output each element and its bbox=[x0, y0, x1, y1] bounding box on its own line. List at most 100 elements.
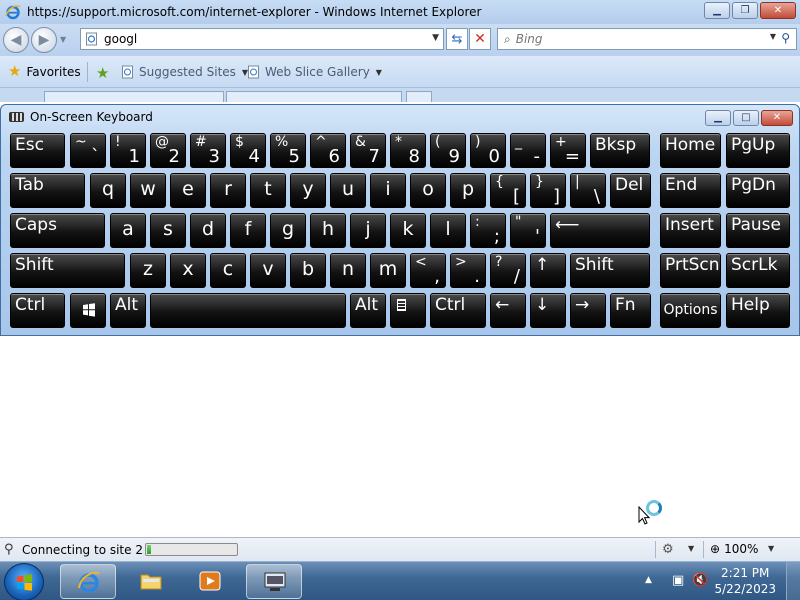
key-symbol[interactable]: }] bbox=[530, 173, 566, 208]
key-symbol[interactable]: & 7 bbox=[350, 133, 386, 168]
key-t[interactable]: t bbox=[250, 173, 286, 208]
key-symbol[interactable]: _ - bbox=[510, 133, 546, 168]
key-esc[interactable]: Esc bbox=[10, 133, 65, 168]
windows-logo-key[interactable] bbox=[70, 293, 106, 328]
key-↑[interactable]: ↑ bbox=[530, 253, 566, 288]
close-button[interactable]: ✕ bbox=[760, 2, 796, 19]
key-z[interactable]: z bbox=[130, 253, 166, 288]
spacebar[interactable] bbox=[150, 293, 346, 328]
key-→[interactable]: → bbox=[570, 293, 606, 328]
key-f[interactable]: f bbox=[230, 213, 266, 248]
favorites-button[interactable]: ★ Favorites bbox=[8, 64, 81, 79]
key-ctrl[interactable]: Ctrl bbox=[10, 293, 65, 328]
key-j[interactable]: j bbox=[350, 213, 386, 248]
key-home[interactable]: Home bbox=[660, 133, 721, 168]
key-symbol[interactable]: | \ bbox=[570, 173, 606, 208]
search-box[interactable]: ⌕ ▼ ⚲ bbox=[497, 28, 797, 50]
key-symbol[interactable]: (9 bbox=[430, 133, 466, 168]
key-symbol[interactable]: #3 bbox=[190, 133, 226, 168]
key-symbol[interactable]: <, bbox=[410, 253, 446, 288]
taskbar-file-explorer[interactable] bbox=[123, 564, 179, 599]
key-symbol[interactable]: % 5 bbox=[270, 133, 306, 168]
restore-button[interactable]: ❐ bbox=[732, 2, 758, 19]
key-symbol[interactable]: ! 1 bbox=[110, 133, 146, 168]
key-help[interactable]: Help bbox=[726, 293, 790, 328]
key-tab[interactable]: Tab bbox=[10, 173, 85, 208]
clock[interactable]: 2:21 PM 5/22/2023 bbox=[714, 565, 776, 597]
key-g[interactable]: g bbox=[270, 213, 306, 248]
key-shift[interactable]: Shift bbox=[10, 253, 125, 288]
key-symbol[interactable]: " ' bbox=[510, 213, 546, 248]
show-hidden-icons-icon[interactable]: ▲ bbox=[645, 575, 652, 585]
key-symbol[interactable]: + = bbox=[550, 133, 586, 168]
taskbar-media-player[interactable] bbox=[182, 564, 238, 599]
key-symbol[interactable]: ^ 6 bbox=[310, 133, 346, 168]
compatibility-refresh-button[interactable]: ⇆ bbox=[446, 28, 468, 50]
forward-button[interactable]: ▶ bbox=[31, 27, 57, 53]
key-l[interactable]: l bbox=[430, 213, 466, 248]
search-options-dropdown[interactable]: ▼ bbox=[770, 32, 776, 41]
key-d[interactable]: d bbox=[190, 213, 226, 248]
key-alt[interactable]: Alt bbox=[350, 293, 386, 328]
key-symbol[interactable]: $4 bbox=[230, 133, 266, 168]
add-to-favorites-icon[interactable]: ★ bbox=[96, 64, 109, 82]
key-p[interactable]: p bbox=[450, 173, 486, 208]
key-↓[interactable]: ↓ bbox=[530, 293, 566, 328]
menu-key-key[interactable] bbox=[390, 293, 426, 328]
key-c[interactable]: c bbox=[210, 253, 246, 288]
key-q[interactable]: q bbox=[90, 173, 126, 208]
key-h[interactable]: h bbox=[310, 213, 346, 248]
key-i[interactable]: i bbox=[370, 173, 406, 208]
chevron-down-icon[interactable]: ▼ bbox=[688, 544, 694, 553]
key-x[interactable]: x bbox=[170, 253, 206, 288]
key-fn[interactable]: Fn bbox=[610, 293, 651, 328]
key-symbol[interactable]: ~ ` bbox=[70, 133, 106, 168]
web-slice-gallery-link[interactable]: Web Slice Gallery ▼ bbox=[247, 65, 382, 79]
key-e[interactable]: e bbox=[170, 173, 206, 208]
key-w[interactable]: w bbox=[130, 173, 166, 208]
key-m[interactable]: m bbox=[370, 253, 406, 288]
zoom-dropdown-icon[interactable]: ▼ bbox=[768, 544, 774, 553]
browser-tab-active[interactable] bbox=[226, 91, 402, 102]
key-pgup[interactable]: PgUp bbox=[726, 133, 790, 168]
key-v[interactable]: v bbox=[250, 253, 286, 288]
key-y[interactable]: y bbox=[290, 173, 326, 208]
zoom-level-button[interactable]: ⊕ 100% bbox=[710, 542, 758, 556]
key-alt[interactable]: Alt bbox=[110, 293, 146, 328]
key-a[interactable]: a bbox=[110, 213, 146, 248]
network-icon[interactable]: ▣ bbox=[672, 573, 684, 588]
key-prtscn[interactable]: PrtScn bbox=[660, 253, 721, 288]
key-scrlk[interactable]: ScrLk bbox=[726, 253, 790, 288]
address-bar[interactable]: ▼ bbox=[80, 28, 444, 50]
key-s[interactable]: s bbox=[150, 213, 186, 248]
stop-button[interactable]: ✕ bbox=[469, 28, 491, 50]
address-dropdown-icon[interactable]: ▼ bbox=[432, 33, 439, 43]
key-k[interactable]: k bbox=[390, 213, 426, 248]
key-caps[interactable]: Caps bbox=[10, 213, 105, 248]
osk-minimize-button[interactable]: ▁ bbox=[705, 110, 731, 126]
key-u[interactable]: u bbox=[330, 173, 366, 208]
key-o[interactable]: o bbox=[410, 173, 446, 208]
minimize-button[interactable]: ▁ bbox=[704, 2, 730, 19]
key-b[interactable]: b bbox=[290, 253, 326, 288]
key-⟵[interactable]: ⟵ bbox=[550, 213, 650, 248]
taskbar-internet-explorer[interactable] bbox=[60, 564, 116, 599]
key-symbol[interactable]: @2 bbox=[150, 133, 186, 168]
key-shift[interactable]: Shift bbox=[570, 253, 650, 288]
key-options[interactable]: Options bbox=[660, 293, 721, 328]
address-input[interactable] bbox=[104, 32, 424, 46]
show-desktop-button[interactable] bbox=[786, 562, 800, 600]
key-bksp[interactable]: Bksp bbox=[590, 133, 650, 168]
taskbar-on-screen-keyboard[interactable] bbox=[246, 564, 302, 599]
key-←[interactable]: ← bbox=[490, 293, 526, 328]
osk-maximize-button[interactable]: □ bbox=[733, 110, 759, 126]
start-button[interactable] bbox=[4, 563, 44, 600]
volume-muted-icon[interactable]: 🔇 bbox=[692, 573, 708, 588]
search-input[interactable] bbox=[515, 32, 756, 46]
key-symbol[interactable]: ? / bbox=[490, 253, 526, 288]
new-tab-button[interactable] bbox=[406, 91, 432, 102]
key-n[interactable]: n bbox=[330, 253, 366, 288]
key-symbol[interactable]: ) 0 bbox=[470, 133, 506, 168]
key-end[interactable]: End bbox=[660, 173, 721, 208]
key-insert[interactable]: Insert bbox=[660, 213, 721, 248]
